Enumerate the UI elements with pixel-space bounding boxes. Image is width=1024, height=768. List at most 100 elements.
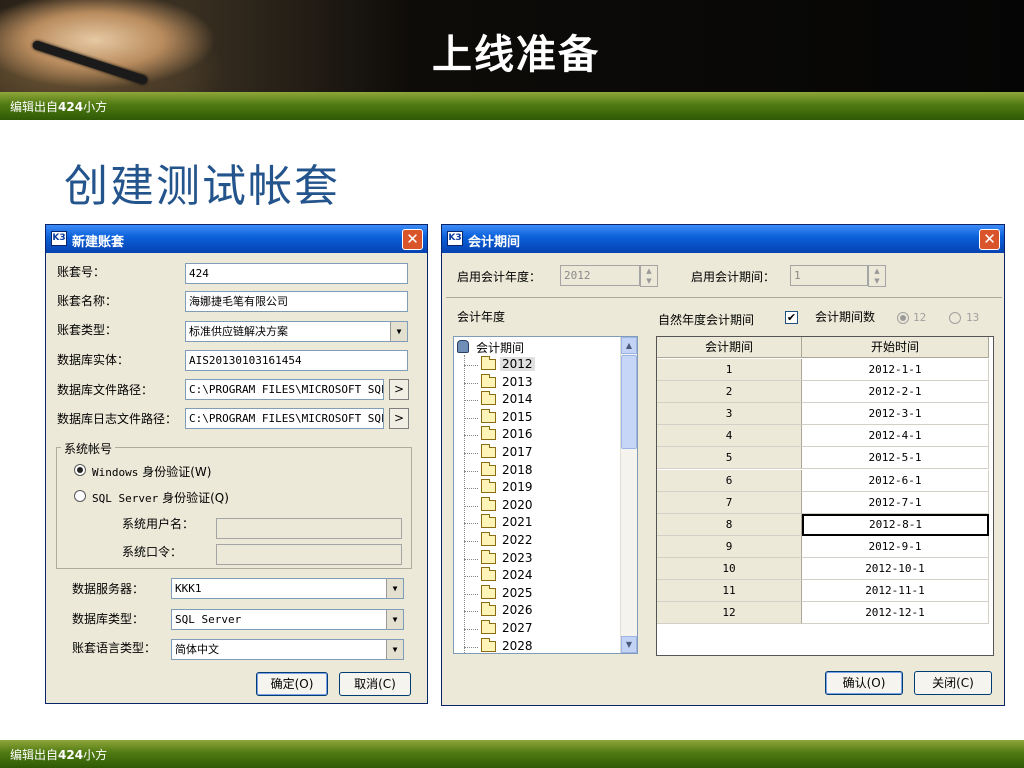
start-time-cell[interactable]: 2012-6-1 [802,469,989,492]
db-server-select[interactable]: KKK1 ▼ [171,578,404,599]
start-time-cell[interactable]: 2012-3-1 [802,403,989,426]
folder-icon [481,373,496,388]
start-time-cell[interactable]: 2012-7-1 [802,491,989,514]
chevron-down-icon[interactable]: ▼ [386,579,403,598]
period-number-cell[interactable]: 9 [657,535,802,558]
db-type-select[interactable]: SQL Server ▼ [171,609,404,630]
folder-icon [481,426,496,441]
start-year-input[interactable]: 2012 [560,265,640,286]
tree-connector [464,593,478,595]
folder-icon [481,356,496,370]
db-entity-input[interactable]: AIS20130103161454 [185,350,408,371]
chevron-down-icon[interactable]: ▼ [390,322,407,341]
ok-button[interactable]: 确定(O) [256,672,328,696]
tree-connector [464,646,478,648]
start-time-cell[interactable]: 2012-4-1 [802,425,989,448]
start-time-cell[interactable]: 2012-9-1 [802,535,989,558]
period-number-cell[interactable]: 1 [657,359,802,381]
start-time-cell[interactable]: 2012-1-1 [802,359,989,381]
column-header-period[interactable]: 会计期间 [657,337,802,358]
folder-icon [481,567,496,582]
db-file-path-label: 数据库文件路径： [57,383,154,397]
browse-file-path-button[interactable]: > [389,379,409,400]
folder-icon [481,532,496,546]
fiscal-year-tree[interactable]: 会计期间 2012 2013 2014 2015 2016 2017 2018 2019 202… [453,336,638,654]
scroll-down-icon[interactable]: ▼ [621,636,637,653]
tree-connector [464,488,478,490]
system-username-input[interactable] [216,518,402,539]
dialog-titlebar[interactable]: K3 会计期间 ✕ [442,225,1004,253]
new-account-dialog: K3 新建账套 ✕ 账套号： 424 账套名称： 海娜捷毛笔有限公司 账套类型：… [45,224,428,704]
chevron-down-icon[interactable]: ▼ [386,610,403,629]
account-number-input[interactable]: 424 [185,263,408,284]
db-log-path-input[interactable]: C:\PROGRAM FILES\MICROSOFT SQL [185,408,384,429]
tree-year-label: 2016 [502,427,533,442]
period-number-cell[interactable]: 2 [657,381,802,404]
db-entity-label: 数据库实体： [57,353,130,367]
tree-connector [464,365,478,366]
period-table[interactable]: 会计期间 开始时间 1 2012-1-1 2 2012-2-1 3 2012-3-1 4 20… [656,336,994,656]
start-time-cell[interactable]: 2012-12-1 [802,602,989,625]
period-number-cell[interactable]: 10 [657,557,802,580]
folder-icon [481,637,496,652]
period-number-cell[interactable]: 7 [657,491,802,514]
tree-year-label: 2021 [502,515,533,530]
account-type-value: 标准供应链解决方案 [189,325,288,338]
chevron-down-icon[interactable]: ▼ [386,640,403,659]
sql-auth-radio[interactable] [74,490,86,502]
browse-log-path-button[interactable]: > [389,408,409,429]
period-number-cell[interactable]: 11 [657,580,802,602]
system-username-label: 系统用户名： [122,517,195,531]
close-icon[interactable]: ✕ [402,229,423,250]
start-time-cell[interactable]: 2012-2-1 [802,381,989,404]
tree-scrollbar[interactable]: ▲ ▼ [620,337,637,653]
scroll-up-icon[interactable]: ▲ [621,337,637,354]
folder-icon [481,496,496,511]
confirm-button[interactable]: 确认(O) [825,671,903,695]
period-number-cell[interactable]: 3 [657,403,802,426]
header-bar: 编辑出自424小方 [0,92,1024,120]
start-period-input[interactable]: 1 [790,265,868,286]
language-select[interactable]: 简体中文 ▼ [171,639,404,660]
start-year-spinner[interactable]: ▲ ▼ [640,265,658,287]
tree-year-label: 2025 [502,585,533,600]
cancel-button[interactable]: 取消(C) [339,672,411,696]
start-period-spinner[interactable]: ▲ ▼ [868,265,886,287]
period-count-13-radio[interactable] [949,312,961,324]
system-password-input[interactable] [216,544,402,565]
dialog-titlebar[interactable]: K3 新建账套 ✕ [46,225,427,253]
windows-auth-radio[interactable] [74,464,86,476]
period-number-cell[interactable]: 8 [657,513,802,536]
close-button[interactable]: 关闭(C) [914,671,992,695]
start-time-cell[interactable]: 2012-5-1 [802,447,989,470]
tree-connector [464,453,478,454]
period-count-13-label: 13 [966,311,980,324]
period-number-cell[interactable]: 12 [657,602,802,625]
close-icon[interactable]: ✕ [979,229,1000,250]
period-number-cell[interactable]: 6 [657,469,802,492]
start-time-cell[interactable]: 2012-10-1 [802,557,989,580]
tree-connector [464,417,478,419]
tree-connector [464,505,478,507]
column-header-start-time[interactable]: 开始时间 [802,337,989,358]
account-name-input[interactable]: 海娜捷毛笔有限公司 [185,291,408,312]
tree-year-label: 2023 [502,550,533,565]
start-year-label: 启用会计年度： [457,270,542,284]
start-time-cell[interactable]: 2012-11-1 [802,580,989,602]
folder-icon [481,602,496,617]
scroll-thumb[interactable] [621,355,637,449]
tree-year-label: 2012 [500,357,535,371]
period-number-cell[interactable]: 4 [657,425,802,448]
db-server-value: KKK1 [175,582,202,595]
account-name-label: 账套名称： [57,294,118,308]
account-type-select[interactable]: 标准供应链解决方案 ▼ [185,321,408,342]
start-time-cell[interactable]: 2012-8-1 [802,513,989,536]
period-number-cell[interactable]: 5 [657,447,802,470]
account-number-label: 账套号： [57,265,106,279]
system-account-caption: 系统帐号 [61,440,116,457]
period-count-12-radio[interactable] [897,312,909,324]
k3-logo-icon: K3 [51,231,67,246]
natural-year-checkbox[interactable]: ✔ [785,311,798,324]
db-file-path-input[interactable]: C:\PROGRAM FILES\MICROSOFT SQL [185,379,384,400]
folder-icon [481,391,496,406]
